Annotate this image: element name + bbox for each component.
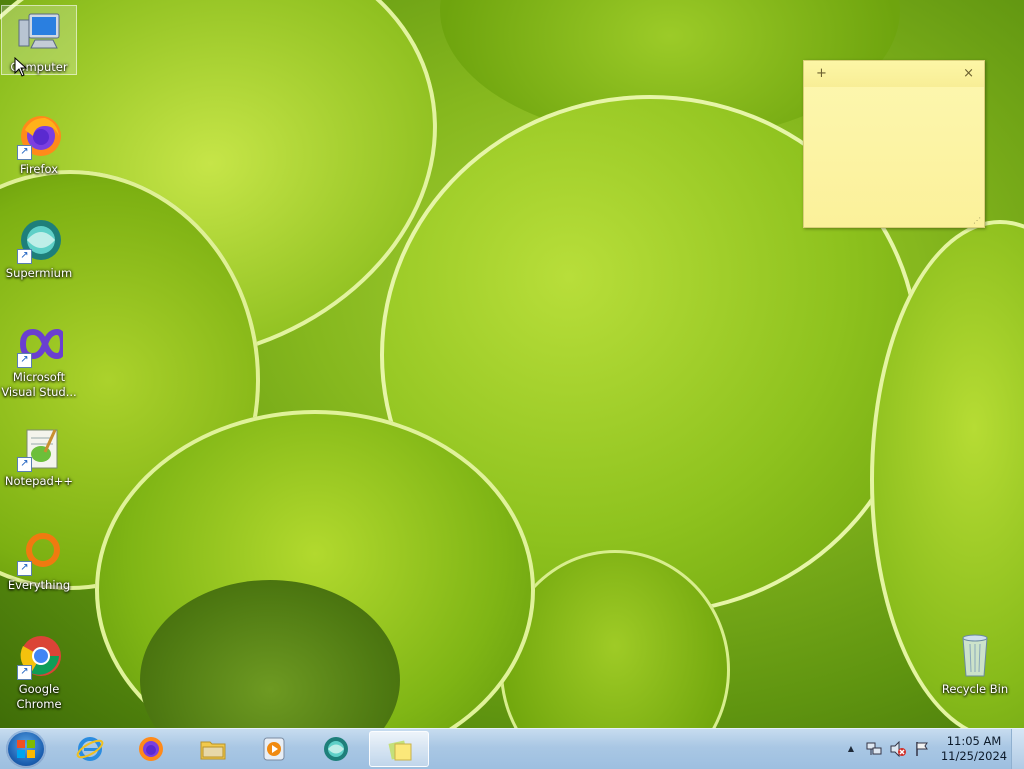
sticky-note-add-button[interactable]: + <box>816 66 827 81</box>
firefox-icon: ↗ <box>15 112 63 160</box>
taskbar: ▲ 11:05 AM 11/25/2024 <box>0 728 1024 769</box>
show-desktop-button[interactable] <box>1011 729 1024 769</box>
everything-search-icon: ↗ <box>15 528 63 576</box>
volume-muted-icon[interactable] <box>890 741 906 757</box>
taskbar-file-explorer[interactable] <box>185 731 241 767</box>
taskbar-supermium[interactable] <box>308 731 364 767</box>
desktop-icon-label: Supermium <box>5 266 73 280</box>
desktop-icon-notepad-plus-plus[interactable]: ↗ Notepad++ <box>1 420 77 489</box>
computer-icon <box>15 10 63 58</box>
chrome-icon: ↗ <box>15 632 63 680</box>
desktop-icon-label: Microsoft Visual Stud... <box>1 370 77 399</box>
shortcut-arrow-icon: ↗ <box>17 561 32 576</box>
taskbar-internet-explorer[interactable] <box>62 731 118 767</box>
sticky-note-resize-grip-icon[interactable]: ⋰ <box>973 216 981 225</box>
desktop-icon-label: Notepad++ <box>4 474 74 488</box>
taskbar-firefox[interactable] <box>123 731 179 767</box>
internet-explorer-icon <box>76 737 104 761</box>
desktop-wallpaper[interactable]: Computer ↗ Firefox ↗ Supermium ↗ Microso… <box>0 0 1024 728</box>
desktop-icon-google-chrome[interactable]: ↗ Google Chrome <box>1 628 77 712</box>
show-hidden-icons-button[interactable]: ▲ <box>843 741 859 757</box>
shortcut-arrow-icon: ↗ <box>17 353 32 368</box>
shortcut-arrow-icon: ↗ <box>17 665 32 680</box>
desktop-icon-everything[interactable]: ↗ Everything <box>1 524 77 593</box>
visual-studio-icon: ↗ <box>15 320 67 368</box>
desktop-icon-firefox[interactable]: ↗ Firefox <box>1 108 77 177</box>
recycle-bin-icon <box>951 632 999 680</box>
media-player-icon <box>263 737 285 761</box>
desktop-icon-recycle-bin[interactable]: Recycle Bin <box>937 628 1013 697</box>
windows-start-orb-icon <box>17 740 35 758</box>
sticky-notes-icon <box>388 740 412 761</box>
shortcut-arrow-icon: ↗ <box>17 249 32 264</box>
supermium-icon <box>324 737 348 761</box>
desktop-icon-label: Firefox <box>19 162 59 176</box>
sticky-note-text[interactable] <box>804 87 984 219</box>
desktop-icon-computer[interactable]: Computer <box>1 5 77 75</box>
supermium-icon: ↗ <box>15 216 63 264</box>
taskbar-sticky-notes[interactable] <box>369 731 429 767</box>
sticky-note[interactable]: + × ⋰ <box>803 60 985 228</box>
shortcut-arrow-icon: ↗ <box>17 457 32 472</box>
action-center-flag-icon[interactable] <box>914 741 930 757</box>
sticky-note-close-button[interactable]: × <box>963 66 974 81</box>
notepad-plus-plus-icon: ↗ <box>15 424 63 472</box>
clock-date: 11/25/2024 <box>940 749 1008 763</box>
start-button[interactable] <box>6 730 46 768</box>
desktop-icon-label: Everything <box>7 578 71 592</box>
firefox-icon <box>139 737 163 761</box>
desktop-icon-supermium[interactable]: ↗ Supermium <box>1 212 77 281</box>
sticky-note-titlebar[interactable]: + × <box>804 61 984 87</box>
mouse-cursor-icon <box>14 57 28 77</box>
folder-icon <box>200 741 226 760</box>
taskbar-media-player[interactable] <box>246 731 302 767</box>
desktop-icon-label: Google Chrome <box>16 682 62 711</box>
network-icon[interactable] <box>866 741 882 757</box>
clock-time: 11:05 AM <box>946 734 1002 748</box>
system-clock[interactable]: 11:05 AM 11/25/2024 <box>935 734 1013 764</box>
desktop-icon-visual-studio[interactable]: ↗ Microsoft Visual Stud... <box>1 316 77 400</box>
desktop-icon-label: Recycle Bin <box>941 682 1009 696</box>
shortcut-arrow-icon: ↗ <box>17 145 32 160</box>
